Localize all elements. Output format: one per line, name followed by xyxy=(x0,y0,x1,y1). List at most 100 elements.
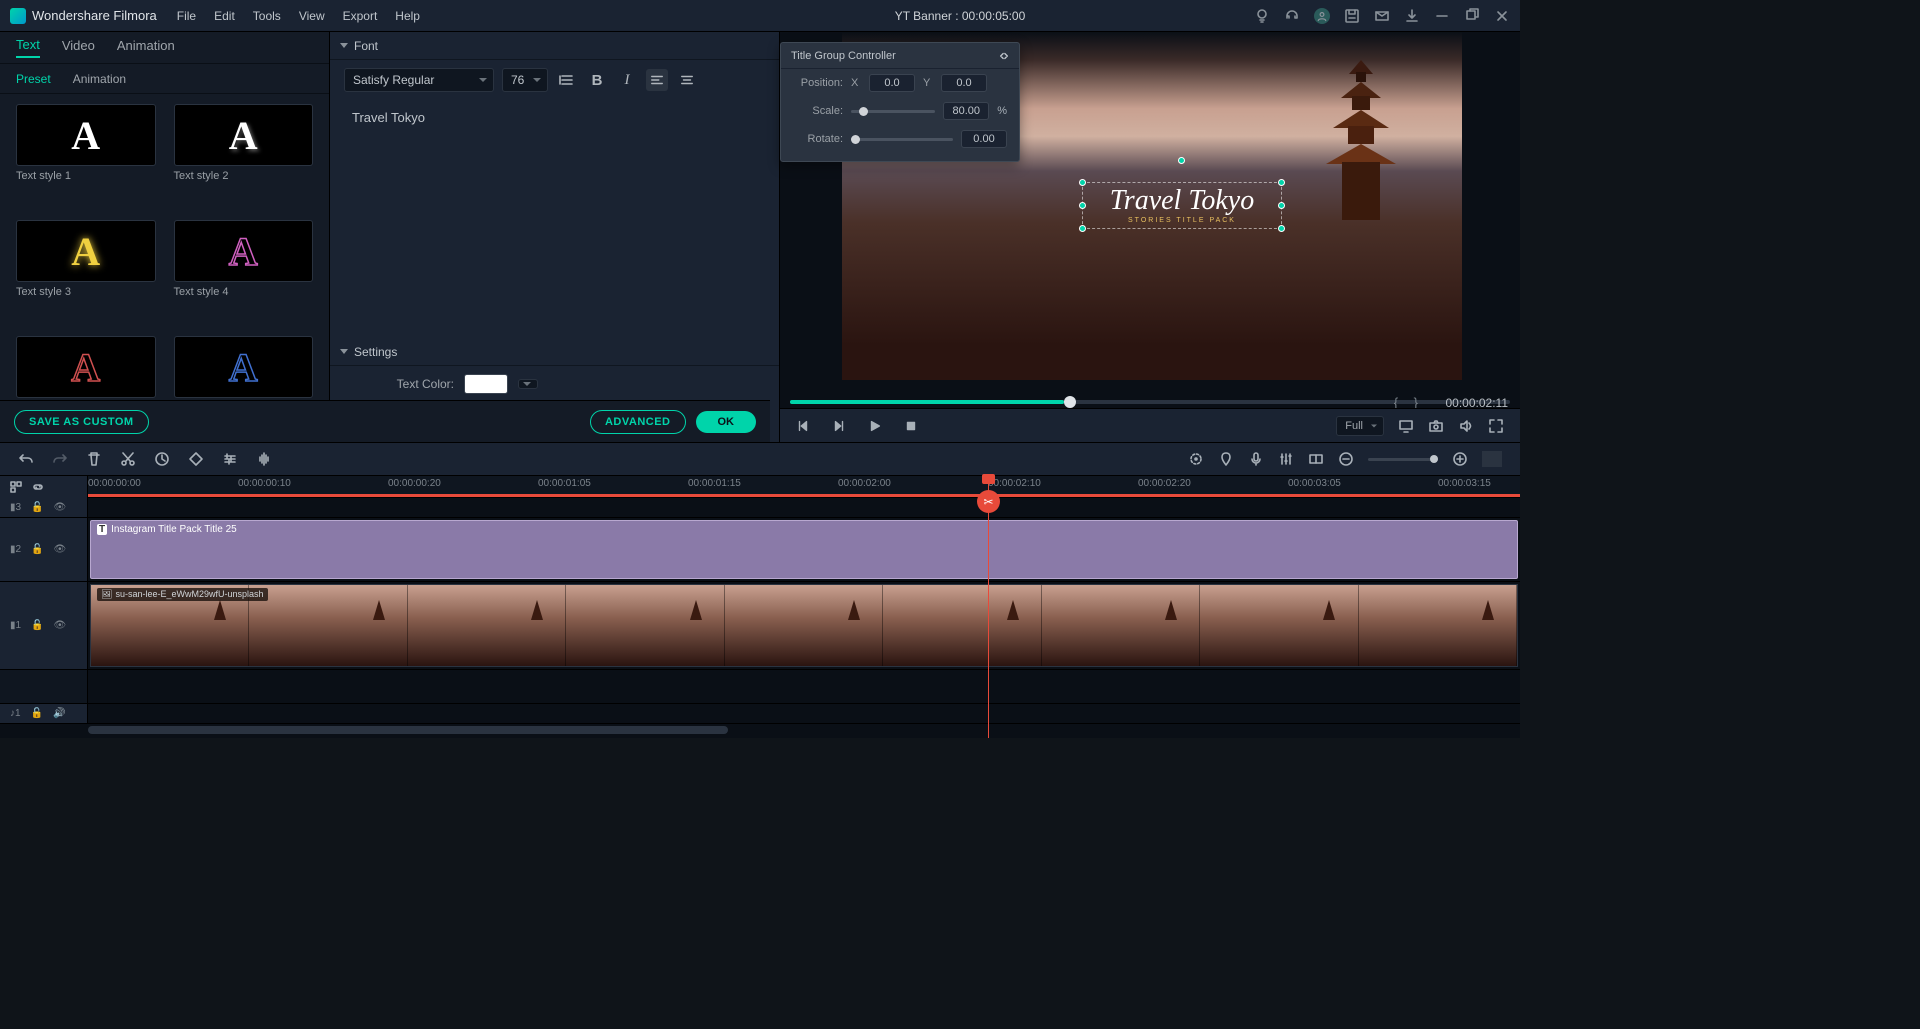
rotate-input[interactable]: 0.00 xyxy=(961,130,1007,148)
save-as-custom-button[interactable]: SAVE AS CUSTOM xyxy=(14,410,149,434)
track-id: ▮3 xyxy=(10,502,21,513)
track-manager-icon[interactable] xyxy=(10,481,22,493)
tab-text[interactable]: Text xyxy=(16,37,40,58)
text-color-swatch[interactable] xyxy=(464,374,508,394)
volume-icon[interactable] xyxy=(1458,418,1474,434)
menu-edit[interactable]: Edit xyxy=(214,9,235,23)
snapshot-icon[interactable] xyxy=(1428,418,1444,434)
link-icon[interactable] xyxy=(32,481,44,493)
ok-button[interactable]: OK xyxy=(696,411,757,433)
speed-icon[interactable] xyxy=(154,451,170,467)
section-label: Settings xyxy=(354,345,397,359)
track-id: ♪1 xyxy=(10,708,21,719)
preset-item[interactable]: AText style 3 xyxy=(16,220,156,328)
marker-icon[interactable] xyxy=(1218,451,1234,467)
font-family-select[interactable]: Satisfy Regular xyxy=(344,68,494,92)
audio-icon[interactable] xyxy=(256,451,272,467)
tab-video[interactable]: Video xyxy=(62,38,95,57)
font-section-header[interactable]: Font xyxy=(330,32,779,60)
font-size-select[interactable]: 76 xyxy=(502,68,548,92)
mail-icon[interactable] xyxy=(1374,8,1390,24)
zoom-out-icon[interactable] xyxy=(1338,451,1354,467)
align-center-icon[interactable] xyxy=(676,69,698,91)
lock-icon[interactable]: 🔓 xyxy=(31,708,43,719)
position-x-input[interactable]: 0.0 xyxy=(869,74,915,92)
zoom-in-icon[interactable] xyxy=(1452,451,1468,467)
delete-icon[interactable] xyxy=(86,451,102,467)
minimize-icon[interactable] xyxy=(1434,8,1450,24)
fit-icon[interactable] xyxy=(1482,451,1502,467)
title-overlay[interactable]: Travel Tokyo STORIES TITLE PACK xyxy=(1082,182,1282,229)
rotate-slider[interactable] xyxy=(851,138,953,141)
lock-icon[interactable]: 🔓 xyxy=(31,620,43,631)
eye-icon[interactable]: 👁 xyxy=(54,544,67,555)
voiceover-icon[interactable] xyxy=(1248,451,1264,467)
menu-view[interactable]: View xyxy=(299,9,325,23)
quality-select[interactable]: Full xyxy=(1336,416,1384,436)
close-icon[interactable] xyxy=(1494,8,1510,24)
render-icon[interactable] xyxy=(1188,451,1204,467)
tab-animation[interactable]: Animation xyxy=(117,38,175,57)
video-clip[interactable]: 🖼su-san-lee-E_eWwM29wfU-unsplash xyxy=(90,584,1518,667)
timeline-scrollbar[interactable] xyxy=(0,724,1520,738)
preset-item[interactable]: AText style 2 xyxy=(174,104,314,212)
save-icon[interactable] xyxy=(1344,8,1360,24)
crop-icon[interactable] xyxy=(188,451,204,467)
eye-icon[interactable]: 👁 xyxy=(54,502,67,513)
scale-input[interactable]: 80.00 xyxy=(943,102,989,120)
lock-icon[interactable]: 🔓 xyxy=(31,502,43,513)
preset-label: Text style 1 xyxy=(16,170,156,182)
playhead[interactable]: ✂ xyxy=(988,476,989,738)
settings-section-header[interactable]: Settings xyxy=(330,338,779,366)
timeline-ruler[interactable]: 00:00:00:00 00:00:00:10 00:00:00:20 00:0… xyxy=(88,476,1520,498)
play-icon[interactable] xyxy=(868,419,882,433)
redo-icon[interactable] xyxy=(52,451,68,467)
preset-thumb: A xyxy=(16,336,156,398)
speaker-icon[interactable]: 🔊 xyxy=(53,708,65,719)
stop-icon[interactable] xyxy=(904,419,918,433)
support-icon[interactable] xyxy=(1284,8,1300,24)
position-y-input[interactable]: 0.0 xyxy=(941,74,987,92)
subtab-preset[interactable]: Preset xyxy=(16,72,51,86)
menu-tools[interactable]: Tools xyxy=(253,9,281,23)
fullscreen-icon[interactable] xyxy=(1488,418,1504,434)
maximize-icon[interactable] xyxy=(1464,8,1480,24)
menu-file[interactable]: File xyxy=(177,9,196,23)
advanced-button[interactable]: ADVANCED xyxy=(590,410,686,434)
line-spacing-icon[interactable] xyxy=(556,69,578,91)
title-group-controller[interactable]: Title Group Controller Position: X 0.0 Y… xyxy=(780,42,1020,162)
text-content-input[interactable]: Travel Tokyo xyxy=(344,104,765,184)
track-spacer xyxy=(0,670,1520,704)
tips-icon[interactable] xyxy=(1254,8,1270,24)
menu-items: File Edit Tools View Export Help xyxy=(177,9,420,23)
eye-icon[interactable]: 👁 xyxy=(54,620,67,631)
color-dropdown[interactable] xyxy=(518,379,538,389)
scale-slider[interactable] xyxy=(851,110,935,113)
preset-item[interactable]: AText style 1 xyxy=(16,104,156,212)
zoom-slider[interactable] xyxy=(1368,458,1438,461)
lock-icon[interactable]: 🔓 xyxy=(31,544,43,555)
cut-icon[interactable] xyxy=(120,451,136,467)
account-icon[interactable] xyxy=(1314,8,1330,24)
bold-button[interactable]: B xyxy=(586,69,608,91)
prev-frame-icon[interactable] xyxy=(796,419,810,433)
mixer-icon[interactable] xyxy=(1278,451,1294,467)
italic-button[interactable]: I xyxy=(616,69,638,91)
collapse-icon[interactable] xyxy=(999,51,1009,61)
scale-label: Scale: xyxy=(793,105,843,117)
title-clip[interactable]: TInstagram Title Pack Title 25 xyxy=(90,520,1518,579)
preset-item[interactable]: AText style 4 xyxy=(174,220,314,328)
menu-export[interactable]: Export xyxy=(343,9,378,23)
undo-icon[interactable] xyxy=(18,451,34,467)
display-icon[interactable] xyxy=(1398,418,1414,434)
scissors-icon[interactable]: ✂ xyxy=(977,490,1000,513)
subtab-animation[interactable]: Animation xyxy=(73,72,126,86)
next-frame-icon[interactable] xyxy=(832,419,846,433)
adjust-icon[interactable] xyxy=(222,451,238,467)
keyframe-icon[interactable] xyxy=(1308,451,1324,467)
download-icon[interactable] xyxy=(1404,8,1420,24)
menubar: Wondershare Filmora File Edit Tools View… xyxy=(0,0,1520,32)
align-left-icon[interactable] xyxy=(646,69,668,91)
preset-thumb: A xyxy=(16,220,156,282)
menu-help[interactable]: Help xyxy=(395,9,420,23)
